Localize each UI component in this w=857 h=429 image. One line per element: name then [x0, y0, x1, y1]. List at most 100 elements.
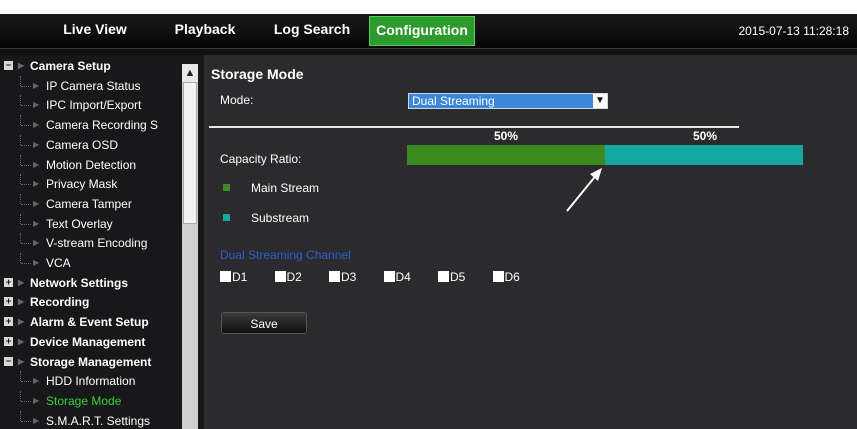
sidebar-item-alarm-event-setup[interactable]: + ▶ Alarm & Event Setup: [0, 312, 182, 332]
sidebar-scrollbar[interactable]: ▲: [182, 64, 198, 429]
channel-checkbox-d5[interactable]: D5: [438, 270, 478, 284]
sidebar-item-device-management[interactable]: + ▶ Device Management: [0, 332, 182, 352]
checkbox-box[interactable]: [329, 271, 340, 282]
channel-checkbox-d4[interactable]: D4: [383, 270, 424, 284]
tree-arrow-icon: ▶: [18, 61, 25, 70]
tree-arrow-icon: ▶: [33, 100, 40, 110]
sidebar-item-storage-management[interactable]: − ▶ Storage Management: [0, 352, 182, 372]
sidebar-item-label: HDD Information: [46, 374, 136, 389]
tab-configuration[interactable]: Configuration: [369, 16, 475, 46]
main-stream-legend-swatch: [223, 184, 230, 191]
tree-arrow-icon: ▶: [33, 415, 40, 425]
tab-log-search[interactable]: Log Search: [262, 14, 362, 44]
divider: [209, 126, 739, 128]
main-stream-segment: [407, 145, 605, 165]
sidebar-item-label: V-stream Encoding: [46, 236, 148, 251]
tree-arrow-icon: ▶: [33, 395, 40, 405]
checkbox-box[interactable]: [220, 271, 231, 282]
sidebar-item-label: Storage Management: [30, 354, 152, 369]
tree-connector: [21, 144, 31, 146]
sidebar-item-camera-tamper[interactable]: ▶ Camera Tamper: [0, 193, 182, 214]
expand-icon[interactable]: +: [4, 336, 13, 346]
chevron-up-icon[interactable]: ▲: [182, 64, 198, 82]
sidebar-item-label: Alarm & Event Setup: [30, 315, 149, 330]
tree-arrow-icon: ▶: [33, 120, 40, 130]
sidebar-item-network-settings[interactable]: + ▶ Network Settings: [0, 273, 182, 293]
capacity-ratio-bar[interactable]: [407, 145, 803, 165]
tree-arrow-icon: ▶: [33, 218, 40, 228]
channel-checkbox-d3[interactable]: D3: [329, 270, 369, 284]
sidebar-item-ip-camera-status[interactable]: ▶ IP Camera Status: [0, 75, 182, 96]
sidebar-item-s-m-a-r-t-settings[interactable]: ▶ S.M.A.R.T. Settings: [0, 410, 182, 429]
sidebar-item-label: Privacy Mask: [46, 177, 118, 192]
tree-arrow-icon: ▶: [33, 238, 40, 248]
main-stream-percent: 50%: [494, 129, 519, 143]
tree-connector: [21, 184, 31, 186]
sidebar-item-camera-osd[interactable]: ▶ Camera OSD: [0, 134, 182, 155]
checkbox-box[interactable]: [492, 271, 504, 282]
tree-connector: [21, 400, 31, 402]
tab-live-view[interactable]: Live View: [40, 14, 150, 44]
datetime-display: 2015-07-13 11:28:18: [738, 24, 849, 38]
tree-connector: [21, 105, 31, 107]
substream-legend-swatch: [223, 214, 230, 221]
dual-streaming-channel-title: Dual Streaming Channel: [220, 248, 351, 262]
sidebar-item-storage-mode[interactable]: ▶ Storage Mode: [0, 390, 182, 411]
channel-checkbox-d2[interactable]: D2: [274, 270, 315, 284]
mode-select-value: Dual Streaming: [412, 94, 495, 108]
tab-playback[interactable]: Playback: [160, 14, 250, 44]
checkbox-label: D3: [341, 270, 357, 284]
tree-arrow-icon: ▶: [33, 258, 40, 267]
tree-arrow-icon: ▶: [33, 179, 40, 189]
capacity-ratio-label: Capacity Ratio:: [220, 152, 302, 166]
sidebar-item-label: Camera OSD: [46, 137, 119, 152]
sidebar-item-camera-recording-s[interactable]: ▶ Camera Recording S: [0, 115, 182, 135]
tree-connector: [20, 154, 21, 165]
checkbox-box[interactable]: [274, 271, 286, 282]
channel-checkbox-d6[interactable]: D6: [492, 270, 533, 284]
collapse-icon[interactable]: −: [4, 356, 13, 366]
sidebar-item-text-overlay[interactable]: ▶ Text Overlay: [0, 213, 182, 234]
expand-icon[interactable]: +: [4, 317, 13, 327]
sidebar-item-label: S.M.A.R.T. Settings: [46, 413, 151, 428]
sidebar-item-vca[interactable]: ▶ VCA: [0, 253, 182, 273]
tree-arrow-icon: ▶: [33, 376, 40, 386]
sidebar-item-recording[interactable]: + ▶ Recording: [0, 292, 182, 312]
tree-connector: [20, 233, 21, 244]
sidebar-item-privacy-mask[interactable]: ▶ Privacy Mask: [0, 174, 182, 194]
top-strip: [0, 0, 857, 14]
channel-checkbox-d1[interactable]: D1: [220, 270, 260, 284]
tree-connector: [21, 223, 31, 225]
pointer-arrow-icon: [566, 168, 602, 212]
tree-connector: [21, 85, 31, 87]
top-navbar: Live View Playback Log Search Configurat…: [0, 14, 857, 49]
expand-icon[interactable]: +: [4, 277, 13, 287]
sidebar-item-camera-setup[interactable]: − ▶ Camera Setup: [0, 56, 182, 76]
expand-icon[interactable]: +: [4, 297, 13, 307]
sidebar-item-hdd-information[interactable]: ▶ HDD Information: [0, 371, 182, 391]
sidebar-item-label: Motion Detection: [46, 157, 137, 172]
tree-connector: [20, 213, 21, 224]
chevron-down-icon[interactable]: ▼: [593, 94, 607, 108]
sidebar-item-label: Network Settings: [30, 275, 129, 290]
sidebar-item-ipc-import-export[interactable]: ▶ IPC Import/Export: [0, 95, 182, 115]
tree-connector: [20, 193, 21, 204]
sidebar-item-v-stream-encoding[interactable]: ▶ V-stream Encoding: [0, 233, 182, 253]
sidebar-item-label: IPC Import/Export: [46, 98, 142, 113]
substream-segment: [605, 145, 803, 165]
save-button[interactable]: Save: [221, 312, 307, 334]
collapse-icon[interactable]: −: [4, 61, 13, 70]
checkbox-box[interactable]: [383, 271, 395, 282]
page-title: Storage Mode: [211, 66, 304, 82]
sidebar-item-label: Device Management: [30, 334, 146, 349]
sidebar-item-label: Recording: [30, 295, 90, 310]
mode-select[interactable]: Dual Streaming ▼: [408, 93, 608, 109]
tree-connector: [21, 420, 31, 422]
sidebar-item-motion-detection[interactable]: ▶ Motion Detection: [0, 154, 182, 175]
scrollbar-thumb[interactable]: [183, 82, 197, 224]
checkbox-label: D4: [395, 270, 411, 284]
checkbox-label: D2: [286, 270, 302, 284]
sidebar-item-label: Storage Mode: [46, 393, 122, 408]
sidebar-item-label: Camera Setup: [30, 59, 111, 73]
checkbox-box[interactable]: [438, 271, 449, 282]
